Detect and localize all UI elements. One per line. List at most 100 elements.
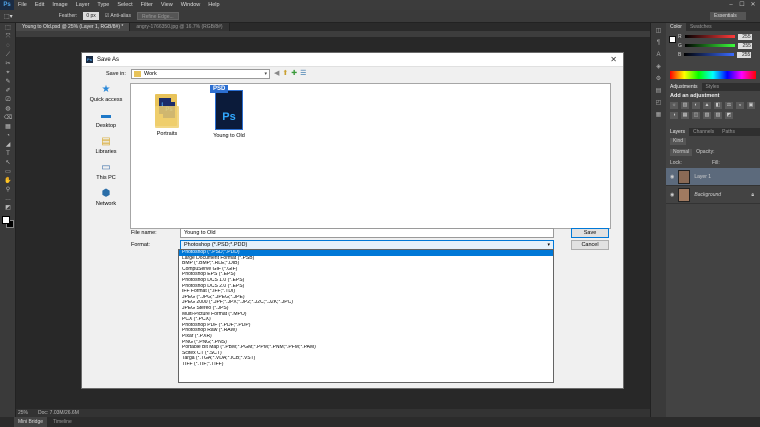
feather-input[interactable]: 0 px — [83, 12, 99, 20]
slider-track[interactable] — [684, 44, 735, 47]
anti-alias-checkbox[interactable]: ☑ Anti-alias — [105, 13, 131, 19]
save-in-select[interactable]: Work ▾ — [131, 69, 270, 79]
place-desktop[interactable]: ▬ Desktop — [86, 109, 126, 130]
panel-toggle-icon[interactable]: ▦ — [654, 111, 664, 119]
panel-toggle-icon[interactable]: ◰ — [654, 99, 664, 107]
layer-row-background[interactable]: ◉ Background 🔒︎ — [666, 186, 760, 204]
view-menu-icon[interactable]: ☰ — [300, 69, 306, 77]
adjustment-icon[interactable]: ◑ — [670, 112, 678, 119]
panel-toggle-icon[interactable]: ¶ — [654, 39, 664, 47]
panel-toggle-icon[interactable]: A — [654, 51, 664, 59]
adjustment-icon[interactable]: ▦ — [681, 112, 689, 119]
cancel-button[interactable]: Cancel — [571, 240, 609, 250]
file-item-young-to-old[interactable]: PSD Ps Young to Old — [207, 85, 251, 139]
tool-icon[interactable]: ⌫ — [3, 114, 13, 122]
up-folder-icon[interactable]: ⬆ — [282, 69, 288, 77]
adjustment-icon[interactable]: ◩ — [725, 112, 733, 119]
paths-tab[interactable]: Paths — [718, 128, 739, 136]
tool-icon[interactable]: ◩ — [3, 204, 13, 212]
back-icon[interactable]: ◀ — [274, 69, 279, 77]
menu-item-file[interactable]: File — [14, 2, 31, 8]
zoom-level[interactable]: 25% — [18, 410, 28, 416]
color-spectrum[interactable] — [670, 71, 756, 79]
format-option[interactable]: TIFF (*.TIF;*.TIFF) — [179, 362, 553, 368]
adjustment-icon[interactable]: ▲ — [703, 102, 711, 109]
tool-icon[interactable]: ▦ — [3, 123, 13, 131]
menu-item-type[interactable]: Type — [93, 2, 113, 8]
adjustment-icon[interactable]: ◫ — [692, 112, 700, 119]
layer-row-layer-1[interactable]: ◉ Layer 1 — [666, 168, 760, 186]
tool-icon[interactable]: ◢ — [3, 141, 13, 149]
slider-track[interactable] — [684, 53, 735, 56]
file-list[interactable]: Ps Ps Portraits PSD Ps Young to Old — [130, 83, 611, 229]
tool-icon[interactable]: ⟋ — [3, 51, 13, 59]
slider-value[interactable]: 255 — [737, 51, 752, 58]
tool-icon[interactable]: ◌ — [3, 42, 13, 50]
file-item-portraits[interactable]: Ps Ps Portraits — [145, 92, 189, 137]
adjustment-icon[interactable]: ▧ — [703, 112, 711, 119]
menu-item-edit[interactable]: Edit — [31, 2, 48, 8]
color-tab[interactable]: Color — [666, 23, 686, 31]
adjustment-icon[interactable]: ☼ — [670, 102, 678, 109]
adjustments-tab[interactable]: Adjustments — [666, 83, 702, 91]
menu-item-view[interactable]: View — [157, 2, 177, 8]
foreground-color-swatch[interactable] — [669, 36, 676, 43]
panel-toggle-icon[interactable]: ◫ — [654, 27, 664, 35]
tool-icon[interactable]: ⬚ — [3, 24, 13, 32]
panel-toggle-icon[interactable]: ▤ — [654, 87, 664, 95]
adjustment-icon[interactable]: ▣ — [747, 102, 755, 109]
tool-icon[interactable]: ✂ — [3, 60, 13, 68]
tool-icon[interactable]: ◔ — [3, 132, 13, 140]
tool-icon[interactable]: ✋ — [3, 177, 13, 185]
styles-tab[interactable]: Styles — [702, 83, 724, 91]
doc-tab-angry[interactable]: angry-1766350.jpg @ 16.7% (RGB/8#) — [130, 23, 230, 31]
layer-kind-select[interactable]: Kind — [670, 138, 687, 145]
tool-icon[interactable]: T — [3, 150, 13, 158]
workspace-select[interactable]: Essentials — [710, 12, 746, 20]
menu-item-help[interactable]: Help — [204, 2, 223, 8]
place-this-pc[interactable]: ▭ This PC — [86, 161, 126, 182]
dialog-close-button[interactable]: ✕ — [610, 55, 617, 64]
menu-item-image[interactable]: Image — [48, 2, 71, 8]
channels-tab[interactable]: Channels — [689, 128, 718, 136]
tool-icon[interactable]: ▭ — [3, 168, 13, 176]
layers-tab[interactable]: Layers — [666, 128, 690, 136]
panel-toggle-icon[interactable]: ⚙ — [654, 75, 664, 83]
tool-icon[interactable]: ✎ — [3, 78, 13, 86]
new-folder-icon[interactable]: ✚ — [291, 69, 297, 77]
tool-icon[interactable]: ⎚ — [3, 96, 13, 104]
place-network[interactable]: ⬢ Network — [86, 187, 126, 208]
adjustment-icon[interactable]: ▨ — [714, 112, 722, 119]
adjustment-icon[interactable]: ⚖ — [725, 102, 733, 109]
menu-item-select[interactable]: Select — [113, 2, 136, 8]
adjustment-icon[interactable]: ◧ — [714, 102, 722, 109]
foreground-background-swatch[interactable] — [2, 216, 14, 228]
menu-item-layer[interactable]: Layer — [72, 2, 94, 8]
menu-item-window[interactable]: Window — [177, 2, 205, 8]
mini-bridge-tab[interactable]: Mini Bridge — [14, 417, 48, 427]
adjustment-icon[interactable]: ▥ — [681, 102, 689, 109]
close-window-button[interactable]: ✕ — [748, 1, 758, 9]
place-quick-access[interactable]: ★ Quick access — [86, 83, 126, 104]
marquee-tool-icon[interactable]: ⬚▾ — [4, 13, 13, 20]
tool-icon[interactable]: ⌖ — [3, 69, 13, 77]
panel-toggle-icon[interactable]: ◈ — [654, 63, 664, 71]
tool-icon[interactable]: ↖ — [3, 159, 13, 167]
visibility-eye-icon[interactable]: ◉ — [670, 174, 674, 180]
slider-track[interactable] — [684, 35, 735, 38]
file-name-input[interactable]: Young to Old — [180, 228, 554, 238]
save-button[interactable]: Save — [571, 228, 609, 238]
color-slider-r[interactable]: R 255 — [678, 33, 760, 40]
tool-icon[interactable]: ◍ — [3, 105, 13, 113]
refine-edge-button[interactable]: Refine Edge... — [136, 12, 179, 20]
tool-icon[interactable]: … — [3, 195, 13, 203]
slider-value[interactable]: 255 — [737, 42, 752, 49]
tool-icon[interactable]: ⚲ — [3, 186, 13, 194]
color-slider-b[interactable]: B 255 — [678, 51, 760, 58]
slider-value[interactable]: 255 — [737, 33, 752, 40]
swatches-tab[interactable]: Swatches — [686, 23, 716, 31]
tool-icon[interactable]: ✐ — [3, 87, 13, 95]
tool-icon[interactable]: ⤧ — [3, 33, 13, 41]
minimize-button[interactable]: – — [726, 1, 736, 9]
menu-item-filter[interactable]: Filter — [137, 2, 157, 8]
